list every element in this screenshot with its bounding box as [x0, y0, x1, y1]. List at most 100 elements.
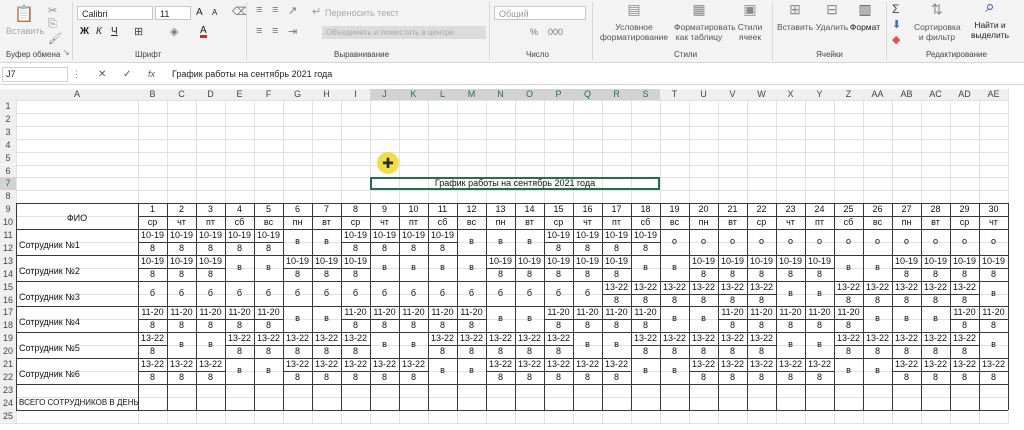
day-status[interactable]: в [254, 255, 283, 281]
column-header-j[interactable]: J [370, 89, 399, 100]
shift-duration[interactable]: 8 [283, 371, 312, 384]
column-header-f[interactable]: F [254, 89, 283, 100]
shift-hours[interactable]: 11-20 [138, 306, 167, 319]
day-status[interactable]: в [457, 358, 486, 384]
shift-duration[interactable]: 8 [573, 268, 602, 281]
shift-duration[interactable]: 8 [428, 242, 457, 255]
day-status[interactable]: в [660, 358, 689, 384]
shift-hours[interactable]: 13-22 [341, 332, 370, 345]
wrap-text-button[interactable]: Переносить текст [325, 8, 399, 18]
thousands-button[interactable]: 000 [548, 27, 563, 37]
day-status[interactable]: в [486, 306, 515, 332]
day-status[interactable]: в [399, 255, 428, 281]
borders-icon[interactable]: ⊞ [134, 25, 143, 38]
align-middle-icon[interactable]: ≡ [272, 4, 278, 16]
day-status[interactable]: в [312, 306, 341, 332]
shift-duration[interactable]: 8 [486, 371, 515, 384]
shift-duration[interactable]: 8 [718, 294, 747, 307]
column-header-d[interactable]: D [196, 89, 225, 100]
shift-hours[interactable]: 10-19 [167, 255, 196, 268]
shift-duration[interactable]: 8 [631, 294, 660, 307]
cell-styles-button[interactable]: ▣ Стили ячеек [732, 2, 768, 42]
shift-duration[interactable]: 8 [486, 268, 515, 281]
shift-duration[interactable]: 8 [747, 268, 776, 281]
day-status[interactable]: в [457, 229, 486, 255]
column-header-g[interactable]: G [283, 89, 312, 100]
cut-icon[interactable]: ✂ [48, 4, 57, 17]
shift-hours[interactable]: 10-19 [196, 229, 225, 242]
shift-duration[interactable]: 8 [167, 242, 196, 255]
row-header-9[interactable]: 9 [0, 203, 16, 217]
shift-hours[interactable]: 13-22 [138, 332, 167, 345]
column-header-ae[interactable]: AE [979, 89, 1008, 100]
shift-duration[interactable]: 8 [341, 371, 370, 384]
shift-hours[interactable]: 10-19 [167, 229, 196, 242]
shift-hours[interactable]: 13-22 [892, 332, 921, 345]
shift-duration[interactable]: 8 [689, 371, 718, 384]
row-header-6[interactable]: 6 [0, 164, 16, 178]
column-header-n[interactable]: N [486, 89, 515, 100]
shift-hours[interactable]: 13-22 [747, 358, 776, 371]
shift-duration[interactable]: 8 [370, 319, 399, 332]
day-status[interactable]: б [515, 281, 544, 307]
shift-duration[interactable]: 8 [515, 371, 544, 384]
row-header-7[interactable]: 7 [0, 177, 16, 191]
bold-button[interactable]: Ж [80, 26, 89, 37]
shift-duration[interactable]: 8 [196, 371, 225, 384]
shift-duration[interactable]: 8 [399, 371, 428, 384]
column-header-aa[interactable]: AA [863, 89, 892, 100]
format-painter-icon[interactable]: 🖌 [48, 32, 62, 45]
cancel-button[interactable]: ✕ [98, 69, 106, 80]
shift-hours[interactable]: 13-22 [428, 332, 457, 345]
shift-hours[interactable]: 10-19 [573, 229, 602, 242]
shift-duration[interactable]: 8 [602, 294, 631, 307]
shift-duration[interactable]: 8 [544, 242, 573, 255]
shift-duration[interactable]: 8 [428, 319, 457, 332]
shift-hours[interactable]: 13-22 [921, 358, 950, 371]
row-header-10[interactable]: 10 [0, 216, 16, 229]
day-status[interactable]: о [921, 229, 950, 255]
row-header-3[interactable]: 3 [0, 125, 16, 139]
column-header-b[interactable]: B [138, 89, 167, 100]
shift-duration[interactable]: 8 [776, 371, 805, 384]
day-status[interactable]: б [341, 281, 370, 307]
number-format-select[interactable]: Общий [494, 6, 586, 20]
shift-hours[interactable]: 13-22 [167, 358, 196, 371]
shift-duration[interactable]: 8 [718, 319, 747, 332]
shift-duration[interactable]: 8 [602, 319, 631, 332]
shift-duration[interactable]: 8 [544, 371, 573, 384]
shift-duration[interactable]: 8 [399, 319, 428, 332]
delete-cells-button[interactable]: ⊟ Удалить [814, 2, 850, 32]
align-center-icon[interactable]: ≡ [272, 25, 278, 37]
shift-hours[interactable]: 11-20 [399, 306, 428, 319]
shift-hours[interactable]: 10-19 [631, 229, 660, 242]
shift-hours[interactable]: 13-22 [834, 281, 863, 294]
shift-duration[interactable]: 8 [689, 268, 718, 281]
shift-hours[interactable]: 10-19 [138, 255, 167, 268]
shift-duration[interactable]: 8 [921, 268, 950, 281]
shift-duration[interactable]: 8 [718, 371, 747, 384]
shift-hours[interactable]: 13-22 [457, 332, 486, 345]
day-status[interactable]: в [631, 358, 660, 384]
select-all-corner[interactable] [0, 89, 16, 100]
row-header-12[interactable]: 12 [0, 241, 16, 255]
enter-button[interactable]: ✓ [123, 69, 131, 80]
day-status[interactable]: в [312, 229, 341, 255]
shift-duration[interactable]: 8 [225, 319, 254, 332]
shift-hours[interactable]: 13-22 [370, 358, 399, 371]
shift-duration[interactable]: 8 [312, 345, 341, 358]
day-status[interactable]: о [689, 229, 718, 255]
shift-hours[interactable]: 10-19 [602, 255, 631, 268]
shift-duration[interactable]: 8 [631, 319, 660, 332]
shift-hours[interactable]: 11-20 [196, 306, 225, 319]
day-status[interactable]: о [718, 229, 747, 255]
row-header-1[interactable]: 1 [0, 100, 16, 113]
day-status[interactable]: в [515, 229, 544, 255]
row-header-24[interactable]: 24 [0, 396, 16, 410]
format-cells-button[interactable]: ▥ Формат [848, 2, 882, 32]
shift-hours[interactable]: 13-22 [486, 358, 515, 371]
day-status[interactable]: б [225, 281, 254, 307]
column-header-i[interactable]: I [341, 89, 370, 100]
shift-duration[interactable]: 8 [602, 268, 631, 281]
shift-duration[interactable]: 8 [341, 268, 370, 281]
